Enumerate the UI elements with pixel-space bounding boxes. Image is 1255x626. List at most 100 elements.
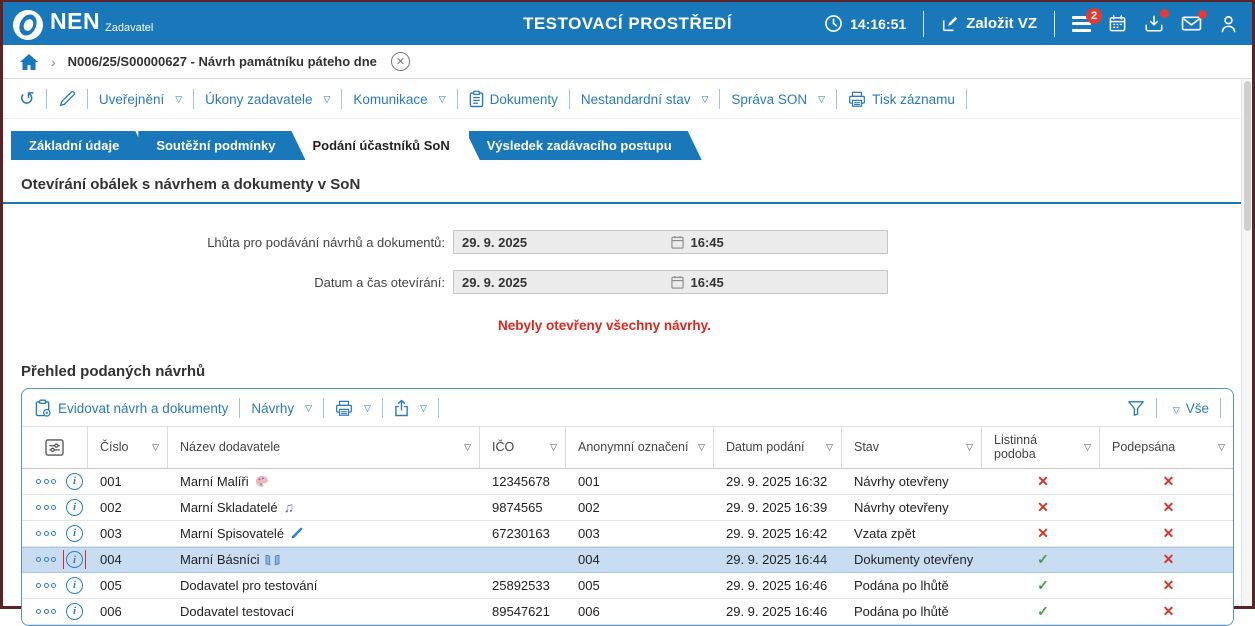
tab-podani-ucastniku-son[interactable]: Podání účastníků SoN [294, 131, 479, 160]
cross-icon: ✕ [1037, 524, 1049, 541]
opening-datetime-field: 29. 9. 2025 16:45 [453, 270, 888, 294]
cross-icon: ✕ [1037, 472, 1049, 489]
column-header-ico[interactable]: IČO ▽ [480, 427, 566, 468]
scrollbar-thumb[interactable] [1244, 81, 1251, 231]
cell-datum: 29. 9. 2025 16:46 [726, 603, 828, 619]
row-info-button[interactable]: i [64, 524, 85, 543]
opening-form: Lhůta pro podávání návrhů a dokumentů: 2… [3, 230, 1252, 294]
navrhy-menu-button[interactable]: Návrhy [251, 401, 312, 416]
top-bar: NEN Zadavatel TESTOVACÍ PROSTŘEDÍ 14:16:… [3, 2, 1252, 45]
row-info-button[interactable]: i [63, 550, 86, 570]
cell-cislo: 002 [100, 499, 122, 515]
row-info-button[interactable]: i [64, 472, 85, 491]
calendar-icon [1108, 14, 1127, 33]
sort-icon[interactable]: ▽ [148, 442, 159, 452]
record-tabs: Základní údaje Soutěžní podmínky Podání … [11, 131, 1252, 160]
row-actions-icon[interactable] [36, 557, 56, 563]
table-header: Číslo ▽ Název dodavatele ▽ IČO ▽ Anonymní o… [22, 426, 1233, 469]
tab-vysledek-zadavaciho-postupu[interactable]: Výsledek zadávacího postupu [469, 131, 702, 160]
menu-uverejneni[interactable]: Uveřejnění [99, 92, 182, 107]
column-header-anonymni[interactable]: Anonymní označení ▽ [566, 427, 714, 468]
row-info-button[interactable]: i [64, 576, 85, 595]
pen-icon [58, 90, 76, 108]
user-icon [1219, 14, 1238, 34]
row-info-button[interactable]: i [64, 498, 85, 517]
sort-icon[interactable]: ▽ [460, 442, 471, 452]
filter-button[interactable] [1127, 400, 1145, 417]
calendar-button[interactable] [1108, 14, 1127, 33]
row-actions-icon[interactable] [36, 608, 56, 614]
row-actions-icon[interactable] [36, 582, 56, 588]
column-header-listinna[interactable]: Listinná podoba ▽ [982, 427, 1100, 468]
share-icon [394, 399, 409, 417]
sort-icon[interactable]: ▽ [1080, 442, 1091, 452]
sort-icon[interactable]: ▽ [822, 442, 833, 452]
profile-button[interactable] [1219, 14, 1238, 34]
breadcrumb-item[interactable]: N006/25/S00000627 - Návrh památníku páte… [68, 54, 377, 69]
sort-icon[interactable]: ▽ [546, 442, 557, 452]
funnel-icon [1127, 400, 1145, 417]
deadline-date-value[interactable]: 29. 9. 2025 [454, 235, 671, 250]
cross-icon: ✕ [1162, 602, 1175, 619]
sort-icon[interactable]: ▽ [694, 442, 705, 452]
column-header-podepsana[interactable]: Podepsána ▽ [1100, 427, 1233, 468]
divider [323, 398, 325, 418]
table-row[interactable]: i 003 Marní Spisovatelé 67230163 003 29.… [22, 520, 1233, 547]
page-scrollbar[interactable] [1241, 79, 1252, 606]
info-icon: i [66, 551, 83, 569]
table-row[interactable]: i 004 Marní Básníci 004 29. 9. 2025 16:4… [22, 546, 1233, 573]
column-header-datum[interactable]: Datum podání ▽ [714, 427, 842, 468]
table-row[interactable]: i 001 Marní Malíři 12345678 001 29. 9. 2… [22, 468, 1233, 495]
divider [45, 89, 47, 109]
cell-listinna: ✓ [982, 551, 1100, 568]
messages-button[interactable] [1181, 10, 1207, 32]
row-actions-icon[interactable] [36, 478, 56, 484]
divider [86, 89, 88, 109]
calendar-small-icon [670, 275, 684, 289]
main-menu-button[interactable]: 2 [1072, 7, 1102, 32]
menu-sprava-son[interactable]: Správa SON [731, 92, 825, 107]
opening-time-value[interactable]: 16:45 [670, 275, 724, 290]
history-button[interactable]: ↺ [19, 90, 35, 109]
column-header-cislo[interactable]: Číslo ▽ [88, 427, 168, 468]
table-row[interactable]: i 005 Dodavatel pro testování 25892533 0… [22, 572, 1233, 599]
menu-ukony-zadavatele[interactable]: Úkony zadavatele [205, 92, 330, 107]
view-all-selector[interactable]: Vše [1168, 401, 1209, 416]
deadline-time-value[interactable]: 16:45 [670, 235, 724, 250]
sort-icon[interactable]: ▽ [1214, 442, 1225, 452]
chevron-right-icon: › [51, 53, 56, 70]
cell-ico: 12345678 [492, 473, 550, 489]
check-icon: ✓ [1037, 602, 1049, 619]
nen-logo[interactable]: NEN Zadavatel [13, 8, 153, 40]
submissions-panel: Evidovat návrh a dokumenty Návrhy Vše [21, 388, 1234, 626]
table-row[interactable]: i 006 Dodavatel testovací 89547621 006 2… [22, 598, 1233, 625]
row-actions-icon[interactable] [36, 504, 56, 510]
row-info-button[interactable]: i [64, 602, 85, 621]
opening-date-value[interactable]: 29. 9. 2025 [454, 275, 671, 290]
print-grid-button[interactable] [335, 400, 371, 417]
section-rule [3, 202, 1252, 204]
table-row[interactable]: i 002 Marní Skladatelé ♫ 9874565 002 29. … [22, 494, 1233, 521]
register-proposal-button[interactable]: Evidovat návrh a dokumenty [35, 399, 228, 418]
row-actions-icon[interactable] [36, 530, 56, 536]
column-settings-header[interactable] [22, 427, 88, 468]
cell-nazev: Marní Skladatelé ♫ [180, 499, 295, 516]
edit-record-button[interactable] [58, 90, 76, 108]
print-record-button[interactable]: Tisk záznamu [848, 91, 955, 108]
column-header-nazev[interactable]: Název dodavatele ▽ [168, 427, 480, 468]
close-record-button[interactable]: ✕ [390, 52, 410, 71]
export-button[interactable] [394, 399, 427, 417]
downloads-button[interactable] [1144, 9, 1169, 33]
menu-dokumenty[interactable]: Dokumenty [469, 90, 558, 108]
create-vz-button[interactable]: Založit VZ [941, 15, 1037, 33]
logo-text: NEN [50, 7, 101, 34]
cell-anonymni: 003 [578, 525, 600, 541]
home-icon[interactable] [19, 53, 39, 71]
column-header-stav[interactable]: Stav ▽ [842, 427, 982, 468]
divider [965, 89, 967, 109]
menu-nestandardni-stav[interactable]: Nestandardní stav [581, 92, 708, 107]
tab-zakladni-udaje[interactable]: Základní údaje [11, 131, 149, 160]
menu-komunikace[interactable]: Komunikace [353, 92, 445, 107]
tab-soutezni-podminky[interactable]: Soutěžní podmínky [138, 131, 305, 160]
sort-icon[interactable]: ▽ [962, 442, 973, 452]
